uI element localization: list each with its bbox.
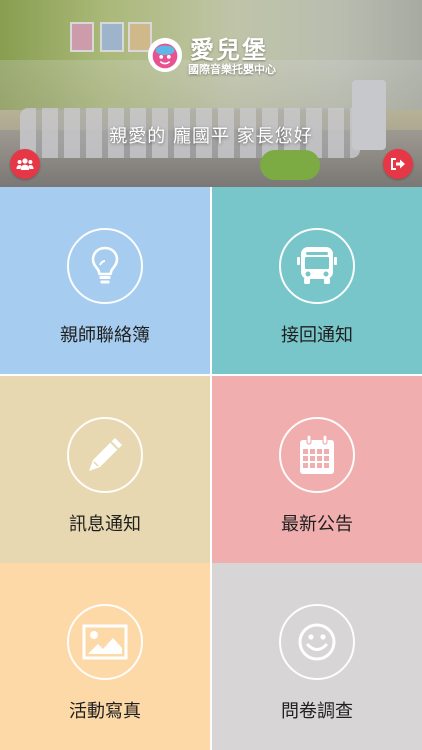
logo-mark-icon <box>147 37 183 73</box>
lightbulb-icon <box>91 246 119 284</box>
tile-label: 訊息通知 <box>69 514 141 535</box>
app-logo: 愛兒堡 國際音樂托嬰中心 <box>146 30 281 78</box>
tile-label: 接回通知 <box>281 325 353 346</box>
pencil-icon <box>89 438 122 471</box>
tile-label: 親師聯絡簿 <box>60 325 150 346</box>
group-button[interactable] <box>10 149 40 179</box>
logout-button[interactable] <box>383 149 413 179</box>
tile-icon-circle <box>279 228 355 304</box>
picture-icon <box>82 624 128 660</box>
tile-icon-circle <box>279 417 355 493</box>
logo-subtitle: 國際音樂托嬰中心 <box>188 63 276 76</box>
tile-announcements[interactable]: 最新公告 <box>212 376 422 563</box>
tile-label: 最新公告 <box>281 514 353 535</box>
menu-grid: 親師聯絡簿 接回通知 訊息通知 最新公告 活動寫真 問卷調查 <box>0 187 422 750</box>
group-icon <box>16 158 34 170</box>
tile-icon-circle <box>67 417 143 493</box>
tile-icon-circle <box>67 604 143 680</box>
calendar-icon <box>300 434 334 474</box>
tile-photo-gallery[interactable]: 活動寫真 <box>0 563 210 750</box>
tile-contact-book[interactable]: 親師聯絡簿 <box>0 187 210 374</box>
tile-survey[interactable]: 問卷調查 <box>212 563 422 750</box>
tile-pickup-notice[interactable]: 接回通知 <box>212 187 422 374</box>
tile-icon-circle <box>67 228 143 304</box>
smiley-icon <box>298 623 336 661</box>
bus-icon <box>297 247 337 284</box>
greeting-text: 親愛的 龐國平 家長您好 <box>109 126 313 147</box>
logout-icon <box>391 158 405 170</box>
tile-label: 活動寫真 <box>69 701 141 722</box>
header-banner: 愛兒堡 國際音樂托嬰中心 親愛的 龐國平 家長您好 <box>0 0 422 187</box>
banner-overlay <box>0 0 422 187</box>
tile-message-notice[interactable]: 訊息通知 <box>0 376 210 563</box>
tile-icon-circle <box>279 604 355 680</box>
logo-name: 愛兒堡 <box>190 36 268 64</box>
tile-label: 問卷調查 <box>281 701 353 722</box>
